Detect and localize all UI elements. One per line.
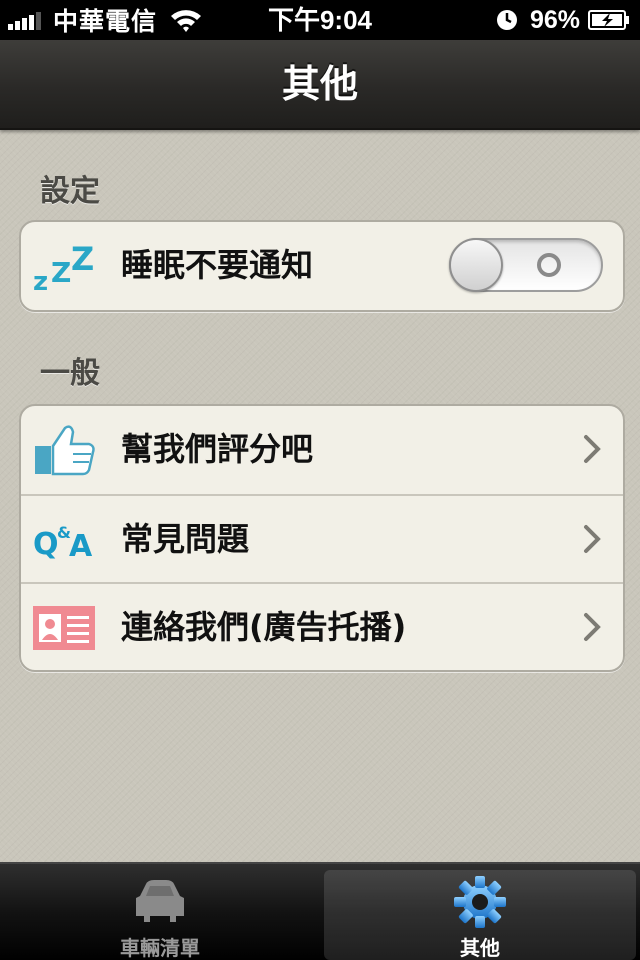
battery-percentage: 96%	[529, 5, 580, 34]
battery-charging-icon	[588, 10, 629, 30]
sleep-notification-label: 睡眠不要通知	[121, 246, 314, 284]
navigation-bar: 其他	[0, 40, 640, 130]
sleep-zzz-icon: z Z Z	[33, 240, 94, 292]
svg-text:z: z	[33, 267, 48, 292]
section-header-settings: 設定	[40, 174, 100, 209]
contact-us-label: 連絡我們(廣告托播)	[121, 608, 407, 646]
faq-label: 常見問題	[121, 520, 250, 558]
chevron-right-icon	[584, 435, 601, 463]
tab-other[interactable]: 其他	[324, 870, 636, 960]
tab-bar: 車輛清單 其他	[0, 862, 640, 960]
gear-icon	[454, 876, 506, 928]
qa-icon: Q & A	[33, 523, 93, 564]
chevron-right-icon	[584, 525, 601, 553]
contact-card-icon	[33, 606, 95, 650]
svg-text:Z: Z	[51, 256, 71, 289]
toggle-knob[interactable]	[449, 238, 503, 292]
tab-vehicle-list-label: 車輛清單	[120, 936, 200, 960]
section-header-general: 一般	[40, 356, 100, 391]
rate-us-label: 幫我們評分吧	[121, 430, 314, 468]
tab-other-label: 其他	[460, 936, 500, 960]
svg-text:Z: Z	[71, 240, 94, 278]
rate-us-row[interactable]: 幫我們評分吧	[21, 406, 623, 492]
chevron-right-icon	[584, 613, 601, 641]
toggle-off-indicator-icon	[537, 253, 561, 277]
settings-group: z Z Z 睡眠不要通知	[19, 220, 625, 312]
car-icon	[136, 880, 184, 922]
sleep-notification-toggle[interactable]	[449, 238, 603, 292]
status-bar: 中華電信 下午9:04 96%	[0, 0, 640, 40]
svg-text:Q: Q	[33, 527, 59, 562]
clock-icon	[496, 10, 517, 30]
svg-text:A: A	[69, 529, 93, 564]
general-group: 幫我們評分吧 Q & A 常見問題 連絡我們(廣告托播)	[19, 404, 625, 672]
sleep-notification-row: z Z Z 睡眠不要通知	[21, 222, 623, 308]
faq-row[interactable]: Q & A 常見問題	[21, 494, 623, 582]
page-title: 其他	[281, 62, 358, 106]
tab-vehicle-list[interactable]: 車輛清單	[4, 870, 316, 960]
contact-us-row[interactable]: 連絡我們(廣告托播)	[21, 582, 623, 670]
thumbs-up-icon	[35, 425, 95, 476]
status-right: 96%	[496, 4, 630, 36]
